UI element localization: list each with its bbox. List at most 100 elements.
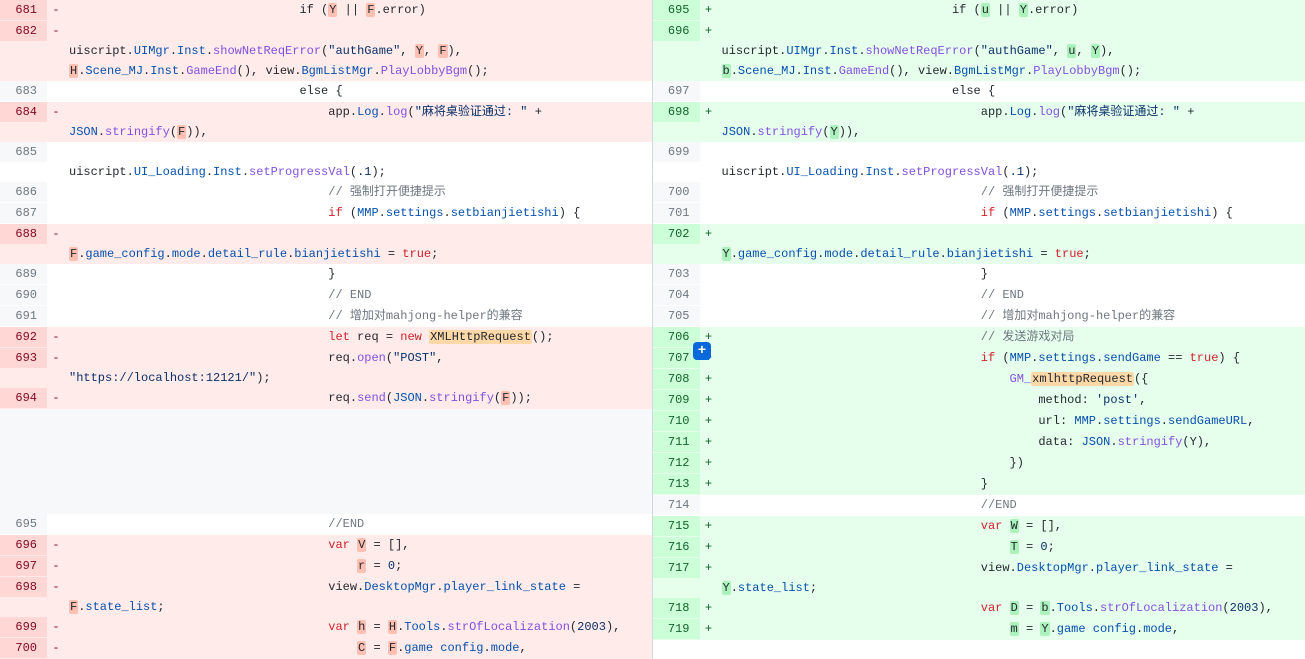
diff-viewer: 681- if (Y || F.error)682- uiscript.UIMg… xyxy=(0,0,1305,659)
line-marker: + xyxy=(700,558,718,578)
diff-line[interactable]: 686 // 强制打开便捷提示 xyxy=(0,182,652,203)
diff-line[interactable]: 716+ T = 0; xyxy=(653,537,1305,558)
diff-line[interactable]: 714 //END xyxy=(653,495,1305,516)
diff-line[interactable]: 700- C = F.game config.mode, xyxy=(0,638,652,659)
line-number[interactable]: 717 xyxy=(653,558,700,578)
diff-line[interactable]: 712+ }) xyxy=(653,453,1305,474)
diff-line[interactable]: 684- app.Log.log("麻将桌验证通过: " + JSON.stri… xyxy=(0,102,652,142)
add-comment-button[interactable]: + xyxy=(693,342,711,360)
line-number[interactable]: 698 xyxy=(0,577,47,597)
line-number[interactable]: 715 xyxy=(653,516,700,536)
line-number[interactable]: 699 xyxy=(653,142,700,162)
line-number[interactable]: 701 xyxy=(653,203,700,223)
diff-line[interactable]: 682- uiscript.UIMgr.Inst.showNetReqError… xyxy=(0,21,652,81)
diff-line[interactable]: 699- var h = H.Tools.strOfLocalization(2… xyxy=(0,617,652,638)
diff-line[interactable]: 698- view.DesktopMgr.player_link_state =… xyxy=(0,577,652,617)
diff-line[interactable]: 687 if (MMP.settings.setbianjietishi) { xyxy=(0,203,652,224)
diff-line[interactable]: 706+ // 发送游戏对局 xyxy=(653,327,1305,348)
line-number[interactable]: 683 xyxy=(0,81,47,101)
diff-line[interactable]: 689 } xyxy=(0,264,652,285)
line-number[interactable]: 692 xyxy=(0,327,47,347)
line-marker: - xyxy=(47,638,65,658)
line-code: var h = H.Tools.strOfLocalization(2003), xyxy=(65,617,652,637)
diff-line[interactable]: 713+ } xyxy=(653,474,1305,495)
line-number[interactable]: 699 xyxy=(0,617,47,637)
diff-line[interactable] xyxy=(0,430,652,451)
line-number[interactable]: 713 xyxy=(653,474,700,494)
diff-line[interactable]: 709+ method: 'post', xyxy=(653,390,1305,411)
diff-line[interactable] xyxy=(0,493,652,514)
line-number[interactable]: 700 xyxy=(653,182,700,202)
diff-line[interactable]: 691 // 增加对mahjong-helper的兼容 xyxy=(0,306,652,327)
diff-line[interactable]: 690 // END xyxy=(0,285,652,306)
line-number[interactable]: 698 xyxy=(653,102,700,122)
diff-line[interactable]: 719+ m = Y.game config.mode, xyxy=(653,619,1305,640)
line-number[interactable]: 710 xyxy=(653,411,700,431)
line-number[interactable]: 694 xyxy=(0,388,47,408)
line-number[interactable]: 681 xyxy=(0,0,47,20)
diff-line[interactable]: 696- var V = [], xyxy=(0,535,652,556)
diff-line[interactable]: 688- F.game_config.mode.detail_rule.bian… xyxy=(0,224,652,264)
diff-line[interactable]: 681- if (Y || F.error) xyxy=(0,0,652,21)
diff-line[interactable]: 711+ data: JSON.stringify(Y), xyxy=(653,432,1305,453)
diff-line[interactable]: 707+ if (MMP.settings.sendGame == true) … xyxy=(653,348,1305,369)
diff-line[interactable]: 717+ view.DesktopMgr.player_link_state =… xyxy=(653,558,1305,598)
line-number[interactable]: 695 xyxy=(0,514,47,534)
line-number[interactable]: 684 xyxy=(0,102,47,122)
line-number[interactable]: 697 xyxy=(0,556,47,576)
line-number[interactable]: 718 xyxy=(653,598,700,618)
diff-line[interactable]: 708+ GM_xmlhttpRequest({ xyxy=(653,369,1305,390)
line-number[interactable]: 693 xyxy=(0,348,47,368)
line-number[interactable]: 716 xyxy=(653,537,700,557)
diff-line[interactable]: 700 // 强制打开便捷提示 xyxy=(653,182,1305,203)
diff-line[interactable]: 715+ var W = [], xyxy=(653,516,1305,537)
line-number[interactable]: 711 xyxy=(653,432,700,452)
diff-line[interactable]: 696+ uiscript.UIMgr.Inst.showNetReqError… xyxy=(653,21,1305,81)
line-number[interactable]: 686 xyxy=(0,182,47,202)
line-number[interactable]: 709 xyxy=(653,390,700,410)
diff-line[interactable]: 699 uiscript.UI_Loading.Inst.setProgress… xyxy=(653,142,1305,182)
diff-line[interactable]: 698+ app.Log.log("麻将桌验证通过: " + JSON.stri… xyxy=(653,102,1305,142)
diff-line[interactable]: 703 } xyxy=(653,264,1305,285)
line-number[interactable]: 697 xyxy=(653,81,700,101)
line-number[interactable]: 695 xyxy=(653,0,700,20)
line-number[interactable]: 708 xyxy=(653,369,700,389)
diff-line[interactable]: 718+ var D = b.Tools.strOfLocalization(2… xyxy=(653,598,1305,619)
line-number[interactable]: 687 xyxy=(0,203,47,223)
line-number[interactable]: 700 xyxy=(0,638,47,658)
line-number[interactable]: 688 xyxy=(0,224,47,244)
diff-line[interactable]: 683 else { xyxy=(0,81,652,102)
diff-line[interactable]: 697- r = 0; xyxy=(0,556,652,577)
line-number[interactable]: 682 xyxy=(0,21,47,41)
line-number[interactable]: 704 xyxy=(653,285,700,305)
diff-line[interactable]: 701 if (MMP.settings.setbianjietishi) { xyxy=(653,203,1305,224)
diff-line[interactable] xyxy=(0,409,652,430)
line-number[interactable]: 696 xyxy=(653,21,700,41)
line-number[interactable]: 702 xyxy=(653,224,700,244)
diff-line[interactable] xyxy=(0,472,652,493)
diff-line[interactable]: 697 else { xyxy=(653,81,1305,102)
diff-line[interactable]: 702+ Y.game_config.mode.detail_rule.bian… xyxy=(653,224,1305,264)
diff-line[interactable]: 710+ url: MMP.settings.sendGameURL, xyxy=(653,411,1305,432)
diff-line[interactable]: 695 //END xyxy=(0,514,652,535)
line-number[interactable]: 689 xyxy=(0,264,47,284)
line-code: }) xyxy=(718,453,1305,473)
line-number[interactable]: 703 xyxy=(653,264,700,284)
line-number[interactable]: 719 xyxy=(653,619,700,639)
line-number[interactable]: 685 xyxy=(0,142,47,162)
line-number[interactable]: 714 xyxy=(653,495,700,515)
line-marker: + xyxy=(700,21,718,41)
line-number[interactable]: 705 xyxy=(653,306,700,326)
diff-line[interactable]: 695+ if (u || Y.error) xyxy=(653,0,1305,21)
diff-line[interactable]: 693- req.open("POST", "https://localhost… xyxy=(0,348,652,388)
diff-line[interactable]: 685 uiscript.UI_Loading.Inst.setProgress… xyxy=(0,142,652,182)
diff-line[interactable] xyxy=(0,451,652,472)
diff-line[interactable]: 704 // END xyxy=(653,285,1305,306)
line-number[interactable]: 690 xyxy=(0,285,47,305)
line-number[interactable]: 691 xyxy=(0,306,47,326)
line-number[interactable]: 712 xyxy=(653,453,700,473)
line-number[interactable]: 696 xyxy=(0,535,47,555)
diff-line[interactable]: 705 // 增加对mahjong-helper的兼容 xyxy=(653,306,1305,327)
diff-line[interactable]: 692- let req = new XMLHttpRequest(); xyxy=(0,327,652,348)
diff-line[interactable]: 694- req.send(JSON.stringify(F)); xyxy=(0,388,652,409)
